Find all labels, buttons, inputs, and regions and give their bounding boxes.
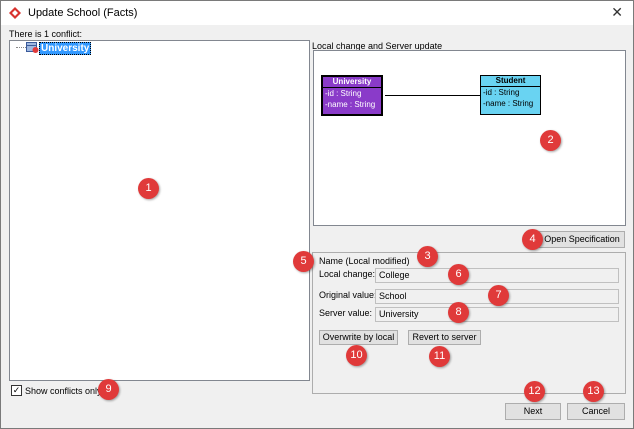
close-icon[interactable]: ✕ <box>611 4 623 20</box>
class-student: Student -id : String -name : String <box>480 75 541 115</box>
callout-marker: 6 <box>448 264 469 285</box>
class-attribute: -name : String <box>325 100 376 109</box>
conflict-count-label: There is 1 conflict: <box>9 29 83 39</box>
class-attribute: -name : String <box>483 99 534 108</box>
class-university: University -id : String -name : String <box>321 75 383 116</box>
diagram-preview: University -id : String -name : String S… <box>313 50 626 226</box>
class-attribute: -id : String <box>325 89 362 98</box>
property-details-panel: Name (Local modified) Local change: Coll… <box>312 252 626 394</box>
overwrite-by-local-button[interactable]: Overwrite by local <box>319 330 398 345</box>
original-value-label: Original value: <box>319 290 377 300</box>
callout-marker: 11 <box>429 346 450 367</box>
callout-marker: 12 <box>524 381 545 402</box>
callout-marker: 10 <box>346 345 367 366</box>
update-dialog-window: Update School (Facts) ✕ There is 1 confl… <box>0 0 634 429</box>
callout-marker: 2 <box>540 130 561 151</box>
class-conflict-icon <box>26 42 39 53</box>
window-title: Update School (Facts) <box>28 7 138 19</box>
callout-marker: 8 <box>448 302 469 323</box>
next-button[interactable]: Next <box>505 403 561 420</box>
callout-marker: 4 <box>522 229 543 250</box>
callout-marker: 9 <box>98 379 119 400</box>
cancel-button[interactable]: Cancel <box>567 403 625 420</box>
class-attribute: -id : String <box>483 88 520 97</box>
revert-to-server-button[interactable]: Revert to server <box>408 330 481 345</box>
association-line <box>385 95 480 96</box>
callout-marker: 5 <box>293 251 314 272</box>
callout-marker: 13 <box>583 381 604 402</box>
local-change-label: Local change: <box>319 269 376 279</box>
server-value-field: University <box>375 307 619 322</box>
property-heading: Name (Local modified) <box>319 256 410 266</box>
callout-marker: 3 <box>417 246 438 267</box>
conflict-tree[interactable]: University <box>9 40 310 381</box>
show-conflicts-checkbox[interactable]: ✓ <box>11 385 22 396</box>
tree-item-university[interactable]: University <box>39 42 92 55</box>
class-name: University <box>323 77 381 88</box>
title-bar: Update School (Facts) ✕ <box>1 1 633 25</box>
local-change-field: College <box>375 268 619 283</box>
callout-marker: 7 <box>488 285 509 306</box>
class-name: Student <box>481 76 540 87</box>
callout-marker: 1 <box>138 178 159 199</box>
server-value-label: Server value: <box>319 308 373 318</box>
show-conflicts-label: Show conflicts only <box>25 386 102 396</box>
app-logo-icon <box>9 7 21 19</box>
open-specification-button[interactable]: Open Specification <box>539 231 625 248</box>
